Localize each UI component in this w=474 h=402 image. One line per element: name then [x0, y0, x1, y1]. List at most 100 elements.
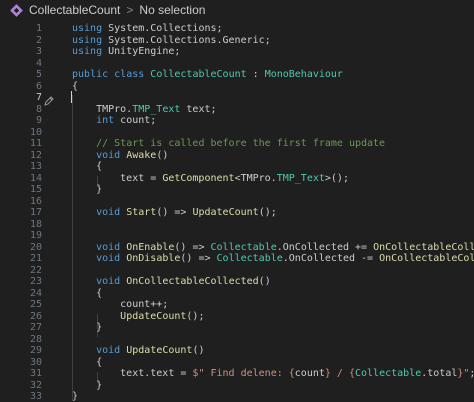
code-text[interactable]: void OnDisable() => Collectable.OnCollec… [72, 253, 474, 265]
code-line[interactable]: 18 [0, 219, 474, 231]
line-number: 1 [35, 23, 42, 34]
code-text[interactable]: { [72, 161, 102, 173]
code-token: (); [258, 207, 277, 218]
code-token: void [96, 345, 121, 356]
code-text[interactable]: count++; [72, 299, 168, 311]
code-token: using [72, 34, 103, 46]
line-number: 11 [29, 138, 42, 149]
line-number: 24 [29, 287, 42, 299]
code-text[interactable]: void Awake() [72, 150, 168, 162]
code-text[interactable]: { [72, 288, 102, 300]
code-line[interactable]: 3 using UnityEngine; [0, 46, 474, 58]
code-line[interactable]: 6{ [0, 81, 474, 93]
code-line[interactable]: 5 public class CollectableCount : MonoBeh… [0, 69, 474, 81]
code-line[interactable]: 28 [0, 334, 474, 346]
code-token: text.text = [72, 368, 193, 379]
code-line[interactable]: 23 void OnCollectableCollected() [0, 276, 474, 288]
code-line[interactable]: 33} [0, 391, 474, 402]
code-text[interactable]: text.text = $" Find delene: {count} / {C… [72, 368, 474, 380]
code-text[interactable]: } [72, 391, 78, 402]
code-line[interactable]: 21 void OnDisable() => Collectable.OnCol… [0, 253, 474, 265]
line-number: 28 [29, 333, 42, 345]
code-text[interactable]: using UnityEngine; [72, 46, 180, 58]
code-text[interactable]: } [72, 380, 102, 392]
breadcrumb-file[interactable]: CollectableCount [29, 3, 120, 17]
code-token: TMP_Text [276, 172, 325, 184]
code-token: count [294, 368, 325, 379]
code-token: OnEnable [126, 241, 175, 253]
line-number: 20 [29, 241, 42, 253]
code-line[interactable]: 4 [0, 58, 474, 70]
line-number: 16 [29, 195, 42, 207]
code-token: $" Find delene: { [192, 368, 295, 379]
code-token: count; [114, 115, 157, 126]
code-line[interactable]: 20 void OnEnable() => Collectable.OnColl… [0, 242, 474, 254]
code-text[interactable]: // Start is called before the first fram… [72, 138, 385, 150]
line-number: 32 [29, 379, 42, 391]
code-line[interactable]: 31 text.text = $" Find delene: {count} /… [0, 368, 474, 380]
code-text[interactable]: void Start() => UpdateCount(); [72, 207, 277, 219]
code-text[interactable]: using System.Collections; [72, 23, 223, 35]
code-token: <TMPro. [234, 172, 277, 184]
code-line[interactable]: 16 [0, 196, 474, 208]
code-token: } [72, 184, 103, 195]
code-line[interactable]: 26 UpdateCount(); [0, 311, 474, 323]
code-text[interactable]: { [72, 357, 102, 369]
code-text[interactable]: TMPro.TMP_Text text; [72, 103, 216, 116]
code-token: int [96, 115, 115, 126]
code-text[interactable]: } [72, 322, 102, 334]
code-token: OnCollectableCollec [379, 253, 474, 264]
code-token: TMP_Text [132, 103, 181, 115]
code-token: void [96, 276, 121, 287]
breadcrumb-selection[interactable]: No selection [139, 3, 205, 17]
code-text[interactable]: public class CollectableCount : MonoBeha… [72, 69, 343, 81]
code-line[interactable]: 11 // Start is called before the first f… [0, 138, 474, 150]
line-number: 14 [29, 172, 42, 184]
code-line[interactable]: 10 [0, 127, 474, 139]
code-token: Start [126, 207, 157, 218]
code-text[interactable]: { [72, 81, 78, 93]
code-editor[interactable]: 1 using System.Collections; 2 using System.… [0, 20, 474, 402]
code-token: OnCollectableCollecte [373, 241, 474, 253]
code-line[interactable]: 25 count++; [0, 299, 474, 311]
chevron-right-icon: > [126, 3, 134, 17]
code-token: } [72, 322, 103, 333]
code-text[interactable]: } [72, 184, 102, 196]
code-text[interactable]: UpdateCount(); [72, 311, 204, 323]
code-text[interactable]: void OnCollectableCollected() [72, 276, 271, 288]
csharp-class-icon[interactable] [10, 3, 23, 17]
code-line[interactable]: 27 } [0, 322, 474, 334]
code-line[interactable]: 9 int count; [0, 115, 474, 127]
code-text[interactable]: int count; [72, 115, 156, 127]
code-token: (); [186, 310, 205, 322]
line-number: 3 [35, 46, 42, 57]
code-line[interactable]: 29 void UpdateCount() [0, 345, 474, 357]
code-line[interactable]: 14 text = GetComponent<TMPro.TMP_Text>()… [0, 173, 474, 185]
code-line[interactable]: 19 [0, 230, 474, 242]
code-line[interactable]: 12 void Awake() [0, 150, 474, 162]
code-text[interactable]: void OnEnable() => Collectable.OnCollect… [72, 242, 474, 254]
code-line[interactable]: 17 void Start() => UpdateCount(); [0, 207, 474, 219]
code-token: { [72, 161, 103, 172]
code-line[interactable]: 1 using System.Collections; [0, 23, 474, 35]
code-token: System.Collections.Generic; [102, 34, 271, 46]
code-token: void [96, 207, 121, 218]
code-line[interactable]: 24 { [0, 288, 474, 300]
code-line[interactable]: 2 using System.Collections.Generic; [0, 35, 474, 47]
code-text[interactable]: using System.Collections.Generic; [72, 35, 271, 47]
code-token: { [72, 80, 79, 92]
code-line[interactable]: 32 } [0, 380, 474, 392]
code-text[interactable]: text = GetComponent<TMPro.TMP_Text>(); [72, 173, 349, 185]
code-line[interactable]: 7 [0, 92, 474, 104]
code-text[interactable]: void UpdateCount() [72, 345, 204, 357]
code-line[interactable]: 15 } [0, 184, 474, 196]
line-number: 26 [29, 310, 42, 322]
code-line[interactable]: 13 { [0, 161, 474, 173]
code-line[interactable]: 8 TMPro.TMP_Text text; [0, 104, 474, 116]
code-line[interactable]: 22 [0, 265, 474, 277]
code-line[interactable]: 30 { [0, 357, 474, 369]
